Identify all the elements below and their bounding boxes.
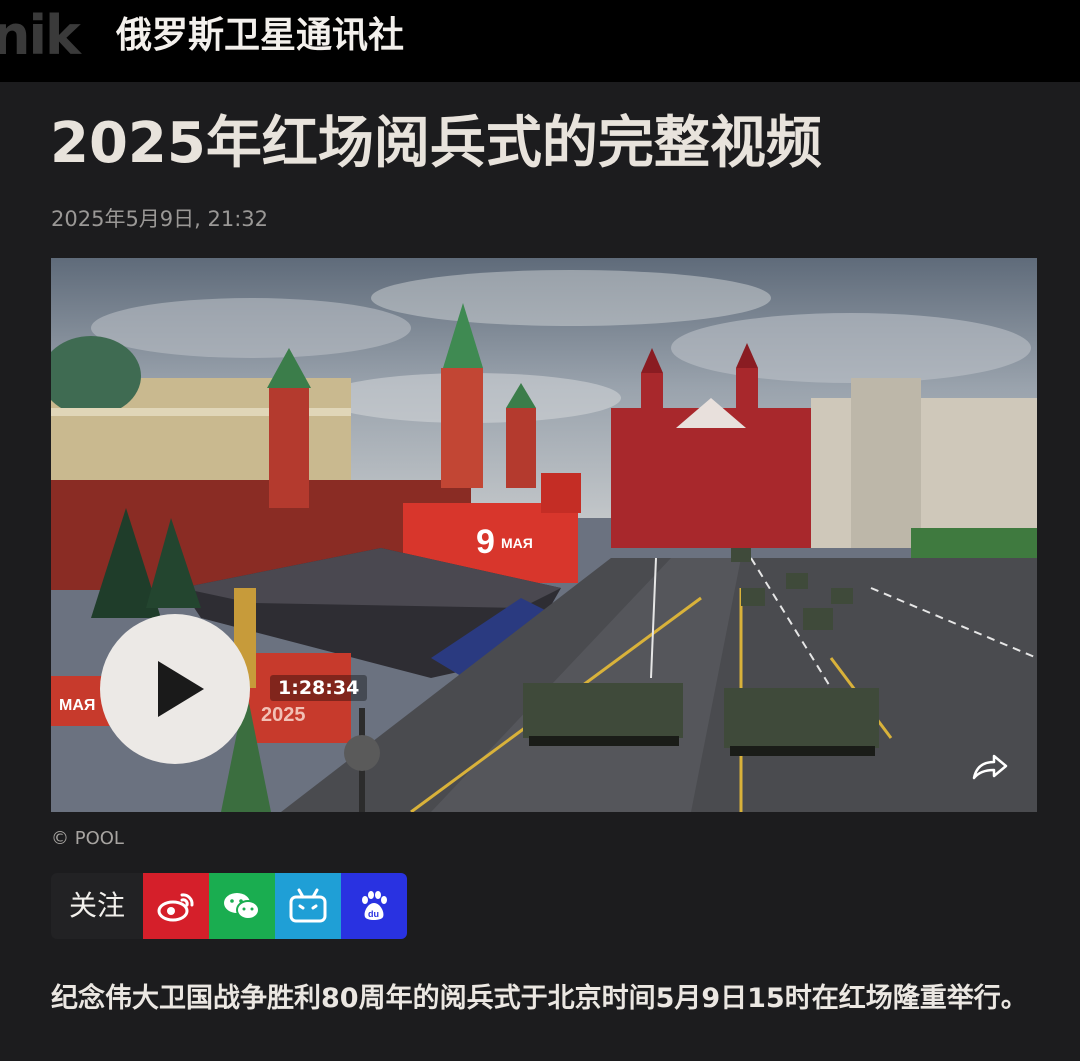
baidu-icon: du: [362, 891, 387, 920]
video-duration: 1:28:34: [270, 675, 368, 701]
top-bar: nik 俄罗斯卫星通讯社: [0, 0, 1080, 82]
weibo-button[interactable]: [143, 873, 209, 939]
site-logo[interactable]: nik: [0, 8, 81, 64]
photo-credit: © POOL: [51, 828, 124, 849]
banner-year: 2025: [261, 704, 306, 726]
wechat-icon: [224, 893, 260, 920]
site-name[interactable]: 俄罗斯卫星通讯社: [116, 14, 404, 58]
article-lead: 纪念伟大卫国战争胜利80周年的阅兵式于北京时间5月9日15时在红场隆重举行。: [51, 983, 1028, 1014]
bilibili-icon: [289, 888, 327, 923]
banner-month-left: МАЯ: [59, 697, 95, 714]
follow-bar: 关注 du: [51, 873, 407, 939]
weibo-icon: [157, 893, 194, 922]
play-button[interactable]: [100, 614, 250, 764]
banner-text: 9: [476, 523, 495, 561]
baidu-button[interactable]: du: [341, 873, 407, 939]
share-icon: [972, 754, 1008, 780]
wechat-button[interactable]: [209, 873, 275, 939]
article-date: 2025年5月9日, 21:32: [51, 207, 269, 231]
banner-month: МАЯ: [501, 535, 533, 551]
follow-label: 关注: [51, 873, 143, 939]
article-title: 2025年红场阅兵式的完整视频: [50, 111, 822, 176]
play-icon: [158, 661, 204, 717]
share-button[interactable]: [970, 750, 1010, 782]
bilibili-button[interactable]: [275, 873, 341, 939]
svg-text:du: du: [368, 909, 379, 919]
